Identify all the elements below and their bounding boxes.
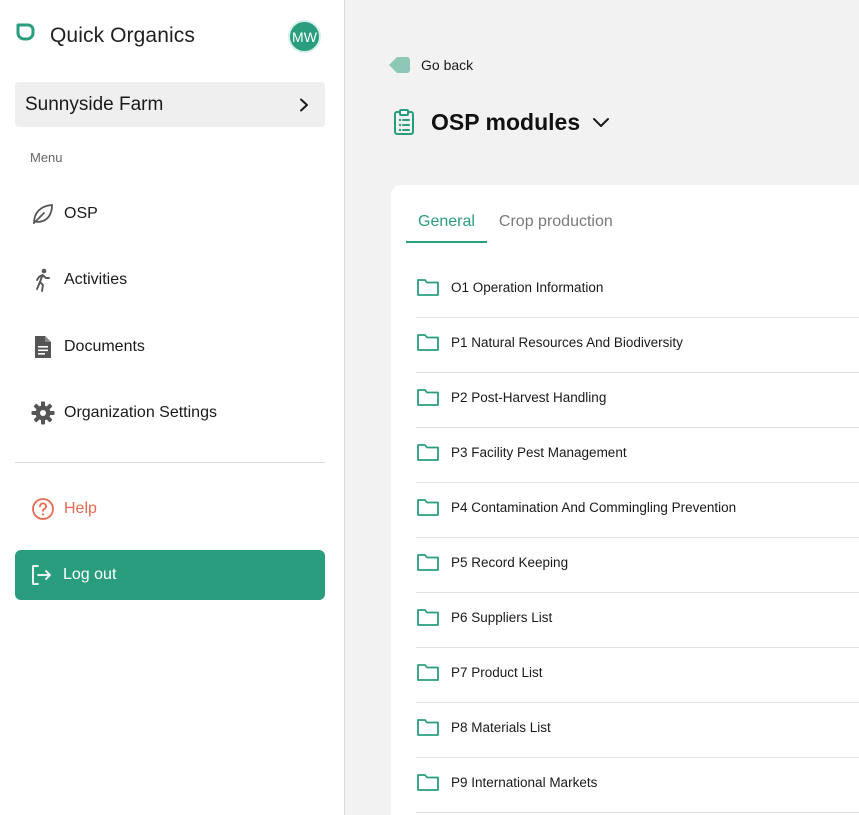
module-item-p9[interactable]: P9 International Markets [416, 758, 859, 813]
tab-general[interactable]: General [406, 205, 487, 243]
page-title: OSP modules [431, 108, 581, 135]
module-list: O1 Operation Information P1 Natural Reso… [416, 263, 859, 813]
module-item-p2[interactable]: P2 Post-Harvest Handling [416, 373, 859, 428]
chevron-down-icon[interactable] [592, 113, 610, 131]
sidebar: Quick Organics MW Sunnyside Farm Menu OS… [0, 0, 345, 815]
sidebar-divider [15, 462, 325, 463]
person-walking-icon [30, 267, 56, 293]
module-item-p4[interactable]: P4 Contamination And Commingling Prevent… [416, 483, 859, 538]
module-label: P3 Facility Pest Management [451, 444, 627, 460]
page-title-row: OSP modules [392, 108, 610, 136]
farm-selector[interactable]: Sunnyside Farm [15, 82, 325, 127]
logout-label: Log out [63, 566, 117, 583]
module-tabs: General Crop production [406, 205, 625, 243]
module-label: P7 Product List [451, 664, 543, 680]
folder-icon [417, 499, 439, 516]
logout-icon [32, 565, 51, 585]
folder-icon [417, 554, 439, 571]
app-name: Quick Organics [50, 24, 195, 47]
go-back-link[interactable]: Go back [387, 54, 473, 76]
sidebar-item-label: Activities [64, 271, 128, 288]
clipboard-list-icon [394, 109, 414, 135]
module-label: P9 International Markets [451, 774, 598, 790]
folder-icon [417, 444, 439, 461]
module-item-p8[interactable]: P8 Materials List [416, 703, 859, 758]
sidebar-item-documents[interactable]: Documents [30, 331, 325, 363]
module-item-p3[interactable]: P3 Facility Pest Management [416, 428, 859, 483]
leaf-icon [30, 201, 56, 227]
folder-icon [417, 334, 439, 351]
folder-icon [417, 609, 439, 626]
document-icon [30, 334, 56, 360]
module-label: P1 Natural Resources And Biodiversity [451, 334, 683, 350]
folder-icon [417, 774, 439, 791]
sidebar-item-label: Organization Settings [64, 404, 217, 421]
sidebar-item-activities[interactable]: Activities [30, 264, 325, 296]
folder-icon [417, 389, 439, 406]
menu-label: Menu [30, 150, 63, 165]
sidebar-item-label: OSP [64, 205, 98, 222]
folder-icon [417, 664, 439, 681]
module-label: O1 Operation Information [451, 279, 604, 295]
module-label: P6 Suppliers List [451, 609, 553, 625]
folder-icon [417, 279, 439, 296]
tab-crop-production[interactable]: Crop production [487, 205, 625, 243]
chevron-right-icon [300, 98, 308, 111]
help-circle-icon [30, 496, 56, 522]
back-arrow-icon [389, 57, 410, 73]
module-item-p6[interactable]: P6 Suppliers List [416, 593, 859, 648]
sidebar-item-label: Documents [64, 338, 145, 355]
module-item-p5[interactable]: P5 Record Keeping [416, 538, 859, 593]
module-label: P2 Post-Harvest Handling [451, 389, 607, 405]
brand-header: Quick Organics MW [14, 18, 324, 54]
gear-icon [30, 400, 56, 426]
avatar[interactable]: MW [288, 20, 321, 53]
modules-card: General Crop production O1 Operation Inf… [391, 185, 859, 815]
logout-button[interactable]: Log out [15, 550, 325, 600]
help-label: Help [64, 500, 97, 517]
module-label: P5 Record Keeping [451, 554, 569, 570]
go-back-label: Go back [421, 57, 474, 73]
module-label: P8 Materials List [451, 719, 551, 735]
farm-name: Sunnyside Farm [25, 93, 164, 115]
module-item-p7[interactable]: P7 Product List [416, 648, 859, 703]
sidebar-item-organization-settings[interactable]: Organization Settings [30, 397, 325, 429]
folder-icon [417, 719, 439, 736]
quick-organics-logo-icon [16, 23, 35, 41]
module-item-o1[interactable]: O1 Operation Information [416, 263, 859, 318]
module-label: P4 Contamination And Commingling Prevent… [451, 499, 737, 515]
sidebar-item-osp[interactable]: OSP [30, 198, 325, 230]
help-link[interactable]: Help [30, 496, 97, 522]
module-item-p1[interactable]: P1 Natural Resources And Biodiversity [416, 318, 859, 373]
